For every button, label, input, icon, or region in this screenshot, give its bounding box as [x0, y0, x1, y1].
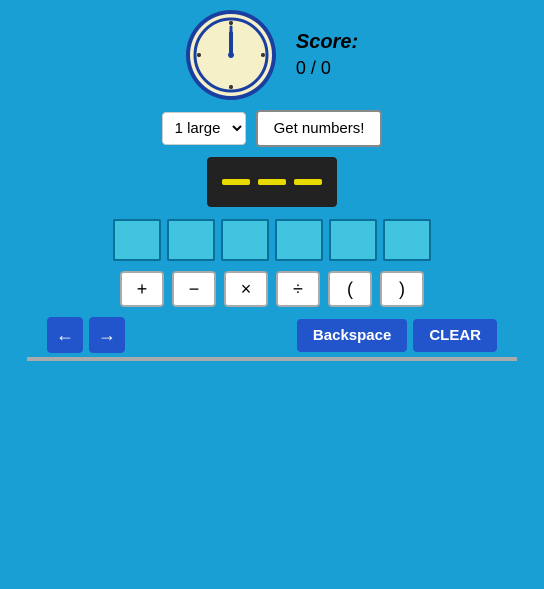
- nav-action-row: ← → Backspace CLEAR: [27, 317, 517, 353]
- top-area: Score: 0 / 0 1 large 2 large 3 large Get…: [113, 0, 431, 317]
- number-box-2: [167, 219, 215, 261]
- clock-score-row: Score: 0 / 0: [186, 10, 358, 100]
- divide-button[interactable]: ÷: [276, 271, 320, 307]
- number-box-5: [329, 219, 377, 261]
- number-box-3: [221, 219, 269, 261]
- score-label: Score:: [296, 31, 358, 54]
- score-value: 0 / 0: [296, 58, 331, 79]
- number-box-6: [383, 219, 431, 261]
- number-box-4: [275, 219, 323, 261]
- number-boxes-row: [113, 219, 431, 261]
- display-screen: [207, 157, 337, 207]
- graph-area: [27, 357, 517, 361]
- clear-button[interactable]: CLEAR: [413, 319, 497, 352]
- backspace-button[interactable]: Backspace: [297, 319, 407, 352]
- multiply-button[interactable]: ×: [224, 271, 268, 307]
- bottom-section: ← → Backspace CLEAR: [0, 317, 544, 361]
- minus-button[interactable]: −: [172, 271, 216, 307]
- operators-row: + − × ÷ ( ): [120, 271, 424, 307]
- clock-face: [191, 15, 271, 95]
- clock: [186, 10, 276, 100]
- controls-row: 1 large 2 large 3 large Get numbers!: [162, 110, 383, 147]
- display-dash-3: [294, 179, 322, 185]
- display-dash-1: [222, 179, 250, 185]
- left-arrow-button[interactable]: ←: [47, 317, 83, 353]
- number-box-1: [113, 219, 161, 261]
- open-paren-button[interactable]: (: [328, 271, 372, 307]
- size-select[interactable]: 1 large 2 large 3 large: [162, 112, 246, 145]
- close-paren-button[interactable]: ): [380, 271, 424, 307]
- display-dash-2: [258, 179, 286, 185]
- main-content: Score: 0 / 0 1 large 2 large 3 large Get…: [0, 0, 544, 589]
- score-area: Score: 0 / 0: [296, 31, 358, 79]
- get-numbers-button[interactable]: Get numbers!: [256, 110, 383, 147]
- right-arrow-button[interactable]: →: [89, 317, 125, 353]
- plus-button[interactable]: +: [120, 271, 164, 307]
